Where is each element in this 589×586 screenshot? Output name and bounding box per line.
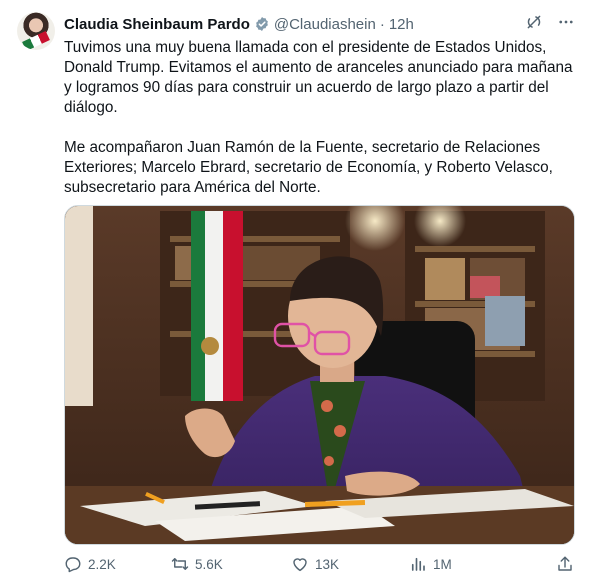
repost-button[interactable]: 5.6K (171, 555, 291, 573)
reply-count: 2.2K (88, 556, 116, 572)
share-icon (558, 556, 572, 571)
tweet-paragraph-2: Me acompañaron Juan Ramón de la Fuente, … (64, 139, 553, 196)
author-handle[interactable]: @Claudiashein (274, 16, 376, 33)
tweet-text: Tuvimos una muy buena llamada con el pre… (64, 38, 574, 198)
grok-icon[interactable] (525, 13, 543, 35)
tweet-photo[interactable] (64, 205, 575, 545)
views-button[interactable]: 1M (409, 555, 519, 573)
tweet-header: Claudia Sheinbaum Pardo @Claudiashein · … (64, 13, 575, 35)
repost-count: 5.6K (195, 556, 223, 572)
like-count: 13K (315, 556, 340, 572)
reply-button[interactable]: 2.2K (64, 555, 171, 573)
author-avatar[interactable] (17, 12, 55, 50)
verified-badge-icon[interactable] (254, 16, 270, 32)
reply-icon (65, 557, 81, 573)
views-count: 1M (433, 556, 452, 572)
author-name[interactable]: Claudia Sheinbaum Pardo (64, 16, 250, 33)
like-button[interactable]: 13K (291, 555, 409, 573)
repost-icon (171, 558, 189, 570)
tweet-time[interactable]: 12h (389, 16, 414, 33)
like-icon (293, 558, 307, 572)
tweet-paragraph-1: Tuvimos una muy buena llamada con el pre… (64, 39, 573, 116)
tweet-actions: 2.2K 5.6K 13K 1M (64, 552, 574, 576)
separator-dot: · (379, 15, 385, 33)
more-icon[interactable] (557, 13, 575, 35)
views-icon (411, 557, 425, 571)
share-button[interactable] (556, 555, 574, 573)
